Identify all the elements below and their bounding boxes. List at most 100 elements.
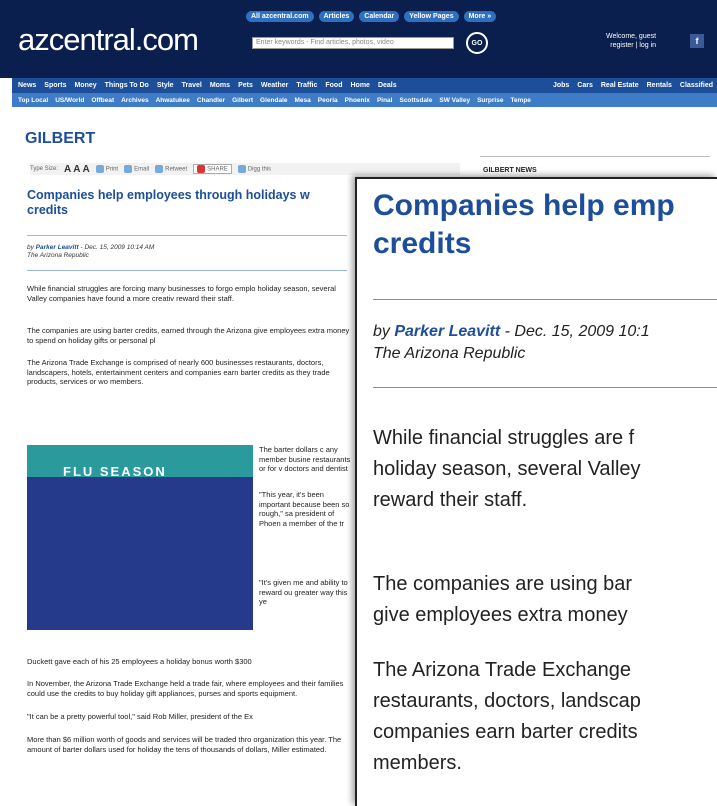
welcome-text: Welcome, guest [606,33,657,40]
nav-item[interactable]: Deals [378,82,397,89]
share-button[interactable]: SHARE [193,164,232,174]
page: azcentral.com All azcentral.com Articles… [0,0,717,806]
divider [27,235,347,236]
nav-item[interactable]: Food [325,82,342,89]
nav-item[interactable]: Style [157,82,174,89]
subnav-item[interactable]: Ahwatukee [156,97,190,104]
paragraph: "It can be a pretty powerful tool," said… [27,712,253,721]
flu-season-banner: FLU SEASON [27,445,253,477]
subnav-item[interactable]: Scottsdale [399,97,432,104]
zoom-byline: by Parker Leavitt - Dec. 15, 2009 10:1 T… [373,321,650,365]
subnav-item[interactable]: Tempe [510,97,530,104]
byline-prefix: by [27,244,36,251]
email-button[interactable]: Email [124,165,149,173]
pill-articles[interactable]: Articles [318,11,355,22]
subnav-item[interactable]: Mesa [295,97,311,104]
nav-item[interactable]: Weather [261,82,289,89]
subnav-item[interactable]: Peoria [318,97,338,104]
zoom-headline: Companies help emp credits [373,189,675,260]
subnav-item[interactable]: Top Local [18,97,48,104]
article-byline: by Parker Leavitt - Dec. 15, 2009 10:14 … [27,244,154,260]
subnav-item[interactable]: SW Valley [439,97,470,104]
zoom-paragraph: The Arizona Trade Exchange restaurants, … [373,659,641,774]
flu-season-image[interactable]: FLU SEASON [27,445,253,630]
email-icon [124,165,133,173]
pill-calendar[interactable]: Calendar [359,11,400,22]
retweet-button[interactable]: Retweet [155,165,187,173]
nav-item[interactable]: Traffic [296,82,317,89]
paragraph: The barter dollars c any member busine r… [259,445,351,473]
print-button[interactable]: Print [95,165,119,173]
search-input[interactable]: Enter keywords - Find articles, photos, … [252,37,454,49]
email-label: Email [134,166,150,173]
top-nav-pills: All azcentral.com Articles Calendar Yell… [246,11,497,22]
dateline: - Dec. 15, 2009 10:14 AM [78,244,155,251]
type-size-buttons[interactable]: A A A [64,164,90,175]
digg-button[interactable]: Digg this [237,165,271,173]
zoom-overlay: Companies help emp credits by Parker Lea… [355,177,717,806]
primary-nav: News Sports Money Things To Do Style Tra… [12,78,717,93]
zoom-divider [373,387,717,388]
zoom-dateline: - Dec. 15, 2009 10:1 [500,323,650,340]
primary-nav-right: Jobs Cars Real Estate Rentals Classified [553,82,717,89]
nav-item[interactable]: Pets [238,82,253,89]
print-icon [95,165,104,173]
divider [27,270,347,271]
nav-item[interactable]: Moms [210,82,230,89]
nav-item[interactable]: Money [74,82,96,89]
welcome-box: Welcome, guest register | log in [606,32,656,50]
subnav-item[interactable]: Surprise [477,97,503,104]
site-header: azcentral.com All azcentral.com Articles… [0,0,717,78]
paragraph: The Arizona Trade Exchange is comprised … [27,358,330,386]
headline-line-1: Companies help employees through holiday… [27,188,310,202]
nav-item[interactable]: Rentals [647,82,672,89]
pill-more[interactable]: More » [463,11,497,22]
subnav-item[interactable]: Offbeat [91,97,114,104]
subnav-item[interactable]: Gilbert [232,97,253,104]
subnav-item[interactable]: Archives [121,97,148,104]
subnav-item[interactable]: Pinal [377,97,393,104]
site-logo[interactable]: azcentral.com [18,22,199,58]
nav-item[interactable]: Home [350,82,369,89]
nav-item[interactable]: Sports [44,82,66,89]
go-button[interactable]: GO [466,32,488,54]
share-icon [197,165,206,173]
article-toolbar: Type Size: A A A Print Email Retweet SHA… [30,163,460,175]
paragraph: "This year, it's been important because … [259,490,350,528]
retweet-label: Retweet [165,166,188,173]
publication: The Arizona Republic [27,252,89,259]
nav-item[interactable]: Cars [577,82,593,89]
nav-item[interactable]: News [18,82,36,89]
paragraph: More than $6 million worth of goods and … [27,735,342,754]
author-link[interactable]: Parker Leavitt [36,244,79,251]
register-login-link[interactable]: register | log in [606,41,656,50]
sidebar-heading[interactable]: GILBERT NEWS [483,167,537,174]
subnav-item[interactable]: US/World [55,97,84,104]
headline-line-2: credits [27,203,68,217]
print-label: Print [105,166,119,173]
nav-item[interactable]: Classified [680,82,713,89]
nav-item[interactable]: Real Estate [601,82,639,89]
facebook-icon[interactable]: f [690,34,704,48]
section-title[interactable]: GILBERT [25,130,95,148]
type-size-label: Type Size: [30,166,59,172]
zoom-paragraph: The companies are using bar give employe… [373,573,633,626]
paragraph: While financial struggles are forcing ma… [27,284,336,303]
paragraph: Duckett gave each of his 25 employees a … [27,657,252,666]
pill-all[interactable]: All azcentral.com [246,11,314,22]
zoom-publication: The Arizona Republic [373,345,526,362]
nav-item[interactable]: Things To Do [105,82,149,89]
subnav-item[interactable]: Phoenix [345,97,370,104]
nav-item[interactable]: Travel [182,82,202,89]
pill-yellow-pages[interactable]: Yellow Pages [404,11,459,22]
zoom-divider [373,299,717,300]
paragraph: In November, the Arizona Trade Exchange … [27,679,344,698]
secondary-nav: Top Local US/World Offbeat Archives Ahwa… [12,93,717,107]
zoom-byline-prefix: by [373,323,395,340]
zoom-author-link[interactable]: Parker Leavitt [394,323,500,340]
nav-item[interactable]: Jobs [553,82,569,89]
paragraph: "It's given me and ability to reward ou … [259,578,348,606]
subnav-item[interactable]: Chandler [197,97,225,104]
subnav-item[interactable]: Glendale [260,97,287,104]
share-label: SHARE [207,166,228,173]
